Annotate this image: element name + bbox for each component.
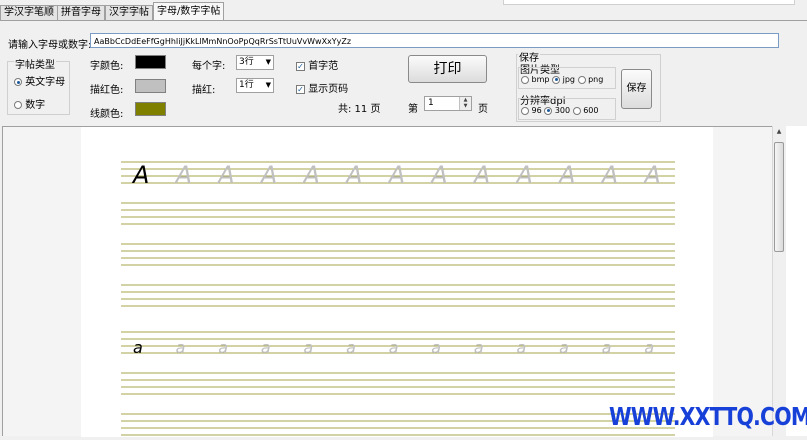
radio-png-icon[interactable] [577,75,586,84]
trace-color-label: 描红色: [90,85,124,96]
trace-char: A [301,161,319,189]
radio-bmp[interactable]: bmp [521,75,550,84]
page-spinner[interactable]: 1 ▲ ▼ [424,96,472,111]
trace-char: A [344,161,362,189]
trace-char: a [517,338,527,357]
radio-english-label: 英文字母 [25,77,66,88]
preview-area: AAAAAAAAAAAAAaaaaaaaaaaaaa [2,126,772,437]
radio-number-label: 数字 [25,100,46,111]
scroll-up-icon[interactable]: ▲ [773,128,785,135]
first-char-checkbox[interactable]: ✓ 首字范 [296,57,338,72]
radio-bmp-label: bmp [531,75,550,84]
trace-char: a [559,338,569,357]
type-group-title: 字帖类型 [14,56,56,71]
radio-dpi-300-label: 300 [554,106,571,115]
radio-dpi-96[interactable]: 96 [521,106,542,115]
trace-char: A [472,161,490,189]
watermark: WWW.XXTTQ.COM [609,402,807,431]
first-char-label: 首字范 [308,61,339,72]
trace-char: A [216,161,234,189]
radio-dpi-96-label: 96 [531,106,542,115]
copybook-sheet: A A A A A A A A A A A A Aa a a a a a a a a a a a a [121,161,675,436]
input-label: 请输入字母或数字: [8,40,92,51]
char-input[interactable]: AaBbCcDdEeFfGgHhIiJjKkLlMmNnOoPpQqRrSsTt… [90,33,779,48]
check-icon[interactable]: ✓ [296,84,305,94]
trace-char: A [259,161,277,189]
per-char-label: 每个字: [192,61,226,72]
tab-pinyin[interactable]: 拼音字母 [57,5,105,20]
trace-char: A [387,161,405,189]
spinner-arrows-icon[interactable]: ▲ ▼ [459,97,471,110]
scroll-thumb[interactable] [774,142,784,252]
show-page-checkbox[interactable]: ✓ 显示页码 [296,80,348,95]
trace-char: A [642,161,660,189]
dpi-radios: 96 300 600 [521,106,598,115]
radio-dpi-96-icon[interactable] [521,106,529,115]
trace-value: 1行 [239,80,254,90]
trace-char: a [602,338,612,357]
char-color-swatch[interactable] [135,55,166,69]
trace-char: a [218,338,228,357]
preview-paper: AAAAAAAAAAAAAaaaaaaaaaaaaa [81,127,713,437]
show-page-label: 显示页码 [308,84,349,95]
line-color-swatch[interactable] [135,102,166,116]
model-char: a [133,338,143,357]
vertical-scrollbar[interactable]: ▲ [772,126,785,436]
chevron-down-icon: ▼ [265,81,271,89]
model-char: A [131,161,149,189]
trace-color-swatch[interactable] [135,79,166,93]
header-panel [503,0,795,5]
radio-dpi-300-icon[interactable] [544,106,553,115]
trace-select[interactable]: 1行 ▼ [236,78,274,93]
radio-number-icon[interactable] [14,101,22,109]
trace-char: a [431,338,441,357]
char-color-label: 字颜色: [90,61,124,72]
tab-letter-number[interactable]: 字母/数字字帖 [153,2,225,21]
chevron-down-icon: ▼ [265,58,271,66]
tab-stroke-order[interactable]: 学汉字笔顺 [0,5,58,20]
page-suffix: 页 [478,104,488,115]
trace-label: 描红: [192,85,216,96]
check-icon[interactable]: ✓ [296,61,305,71]
radio-jpg-label: jpg [562,75,575,84]
radio-png-label: png [588,75,604,84]
trace-char: a [346,338,356,357]
radio-number[interactable]: 数字 [14,96,45,111]
trace-char: a [389,338,399,357]
tab-hanzi[interactable]: 汉字字帖 [105,5,153,20]
radio-english-icon[interactable] [14,78,22,86]
tab-divider [0,20,807,21]
radio-dpi-300[interactable]: 300 [544,106,570,115]
radio-jpg-icon[interactable] [552,75,561,84]
trace-char: A [174,161,192,189]
print-button[interactable]: 打印 [408,55,487,83]
page-prefix: 第 [408,104,418,115]
trace-char: A [600,161,618,189]
trace-char: a [644,338,654,357]
radio-dpi-600-label: 600 [583,106,599,115]
radio-dpi-600-icon[interactable] [572,106,581,115]
total-pages: 共: 11 页 [338,104,381,115]
trace-char: A [429,161,447,189]
right-margin [786,126,807,436]
radio-png[interactable]: png [577,75,604,84]
trace-char: a [261,338,271,357]
trace-char: A [557,161,575,189]
trace-char: a [176,338,186,357]
page-value: 1 [428,98,434,108]
line-color-label: 线颜色: [90,109,124,120]
radio-bmp-icon[interactable] [521,75,529,84]
trace-char: A [515,161,533,189]
trace-char: a [303,338,313,357]
per-char-value: 3行 [239,57,254,67]
trace-char: a [474,338,484,357]
radio-dpi-600[interactable]: 600 [572,106,599,115]
per-char-select[interactable]: 3行 ▼ [236,55,274,70]
radio-english[interactable]: 英文字母 [14,73,65,88]
radio-jpg[interactable]: jpg [552,75,575,84]
img-type-radios: bmp jpg png [521,75,603,84]
save-button[interactable]: 保存 [621,69,652,109]
